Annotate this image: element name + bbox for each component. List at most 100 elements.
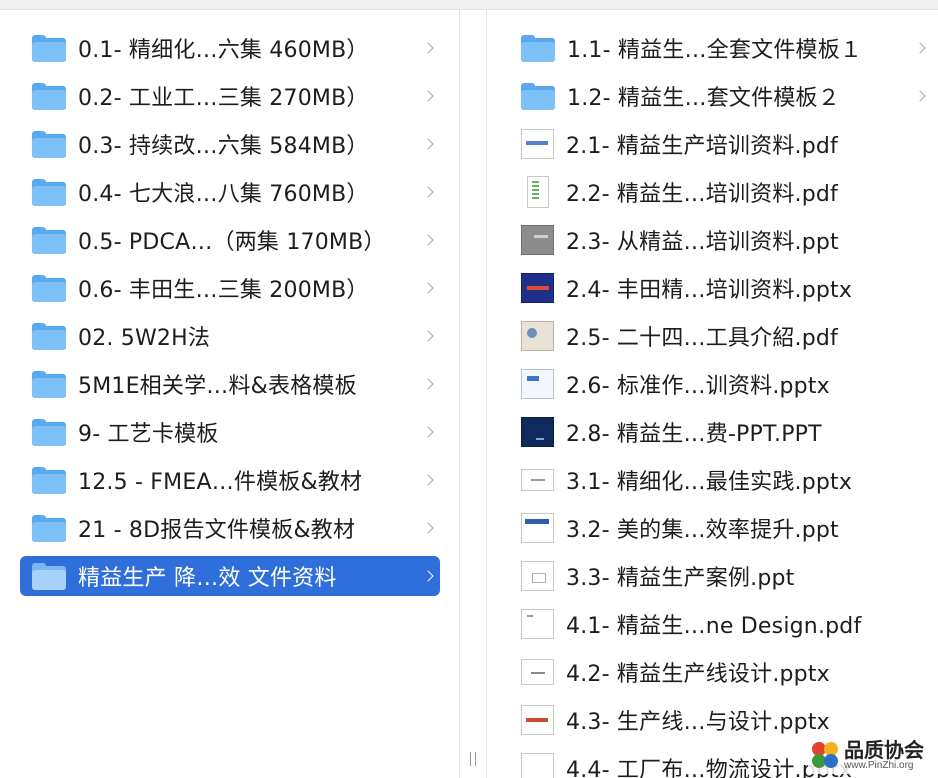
right-entry-item[interactable]: 2.4- 丰田精…培训资料.pptx (508, 268, 932, 308)
folder-icon (521, 82, 555, 110)
pdf-thumbnail-icon (527, 176, 549, 208)
left-folder-item-label: 0.5- PDCA…（两集 170MB） (78, 230, 386, 255)
right-entry-item[interactable]: 4.2- 精益生产线设计.pptx (508, 652, 932, 692)
left-folder-item[interactable]: 12.5 - FMEA…件模板&教材 (20, 460, 440, 500)
left-folder-item-label: 精益生产 降…效 文件资料 (78, 566, 337, 591)
left-folder-item[interactable]: 精益生产 降…效 文件资料 (20, 556, 440, 596)
folder-icon (32, 82, 66, 110)
watermark-logo-icon (812, 742, 838, 768)
left-folder-item[interactable]: 0.5- PDCA…（两集 170MB） (20, 220, 440, 260)
right-entry-item-label: 2.1- 精益生产培训资料.pdf (566, 134, 838, 159)
right-entry-item-label: 2.4- 丰田精…培训资料.pptx (566, 278, 853, 303)
folder-icon (32, 34, 66, 62)
pdf-thumbnail-icon (521, 129, 554, 159)
right-entry-item[interactable]: 3.3- 精益生产案例.ppt (508, 556, 932, 596)
right-entry-item-label: 3.2- 美的集…效率提升.ppt (566, 518, 839, 543)
chevron-right-icon (422, 474, 434, 486)
right-entry-item-label: 1.2- 精益生…套文件模板２ (567, 86, 840, 111)
folder-icon (32, 418, 66, 446)
pdf-thumbnail-icon (521, 321, 554, 351)
presentation-thumbnail-icon (521, 369, 554, 399)
chevron-right-icon (422, 138, 434, 150)
watermark-title: 品质协会 (844, 738, 924, 762)
right-entry-item[interactable]: 2.3- 从精益…培训资料.ppt (508, 220, 932, 260)
left-folder-item[interactable]: 5M1E相关学…料&表格模板 (20, 364, 440, 404)
right-entry-item[interactable]: 2.1- 精益生产培训资料.pdf (508, 124, 932, 164)
folder-icon (32, 274, 66, 302)
left-folder-item-label: 21 - 8D报告文件模板&教材 (78, 518, 356, 543)
right-entry-item[interactable]: 2.2- 精益生…培训资料.pdf (508, 172, 932, 212)
presentation-thumbnail-icon (521, 225, 554, 255)
chevron-right-icon (422, 330, 434, 342)
folder-icon (521, 34, 555, 62)
column-divider[interactable] (459, 10, 487, 778)
left-folder-item-label: 0.3- 持续改…六集 584MB） (78, 134, 369, 159)
left-column-list[interactable]: 0.1- 精细化…六集 460MB） 0.2- 工业工…三集 270MB） 0.3-… (0, 10, 458, 778)
watermark-url: www.PinZhi.org (844, 760, 914, 771)
folder-icon (32, 130, 66, 158)
presentation-thumbnail-icon (521, 561, 554, 591)
left-folder-item[interactable]: 0.3- 持续改…六集 584MB） (20, 124, 440, 164)
folder-icon (32, 562, 66, 590)
left-folder-item[interactable]: 0.2- 工业工…三集 270MB） (20, 76, 440, 116)
right-entry-item[interactable]: 1.1- 精益生…全套文件模板１ (508, 28, 932, 68)
left-folder-item-label: 0.4- 七大浪…八集 760MB） (78, 182, 369, 207)
right-entry-item-label: 4.3- 生产线…与设计.pptx (566, 710, 830, 735)
right-entry-item-label: 2.5- 二十四…工具介紹.pdf (566, 326, 838, 351)
folder-icon (32, 178, 66, 206)
presentation-thumbnail-icon (521, 659, 554, 685)
folder-icon (32, 370, 66, 398)
left-folder-item-label: 02. 5W2H法 (78, 326, 211, 351)
presentation-thumbnail-icon (521, 753, 554, 778)
left-folder-item-label: 0.1- 精细化…六集 460MB） (78, 38, 369, 63)
right-entry-item-label: 1.1- 精益生…全套文件模板１ (567, 38, 863, 63)
presentation-thumbnail-icon (521, 417, 554, 447)
chevron-right-icon (422, 522, 434, 534)
chevron-right-icon (422, 378, 434, 390)
folder-icon (32, 466, 66, 494)
left-folder-item-label: 12.5 - FMEA…件模板&教材 (78, 470, 363, 495)
presentation-thumbnail-icon (521, 469, 554, 491)
left-folder-item[interactable]: 21 - 8D报告文件模板&教材 (20, 508, 440, 548)
left-folder-item[interactable]: 02. 5W2H法 (20, 316, 440, 356)
right-entry-item[interactable]: 2.8- 精益生…费-PPT.PPT (508, 412, 932, 452)
chevron-right-icon (422, 186, 434, 198)
column-resize-handle[interactable] (470, 752, 476, 766)
right-entry-item-label: 2.3- 从精益…培训资料.ppt (566, 230, 839, 255)
left-folder-item[interactable]: 9- 工艺卡模板 (20, 412, 440, 452)
folder-icon (32, 226, 66, 254)
right-entry-item-label: 3.3- 精益生产案例.ppt (566, 566, 795, 591)
right-entry-item-label: 4.2- 精益生产线设计.pptx (566, 662, 830, 687)
chevron-right-icon (422, 42, 434, 54)
presentation-thumbnail-icon (521, 513, 554, 543)
chevron-right-icon (422, 234, 434, 246)
right-entry-item[interactable]: 4.1- 精益生…ne Design.pdf (508, 604, 932, 644)
chevron-right-icon (914, 42, 926, 54)
window-top-edge (0, 0, 938, 10)
right-column-list[interactable]: 1.1- 精益生…全套文件模板１ 1.2- 精益生…套文件模板２ 2.1- 精益生产… (488, 10, 938, 778)
right-entry-item-label: 2.8- 精益生…费-PPT.PPT (566, 422, 822, 447)
right-entry-item[interactable]: 3.1- 精细化…最佳实践.pptx (508, 460, 932, 500)
left-folder-item-label: 9- 工艺卡模板 (78, 422, 219, 447)
presentation-thumbnail-icon (521, 705, 554, 735)
right-entry-item-label: 2.6- 标准作…训资料.pptx (566, 374, 830, 399)
left-folder-item[interactable]: 0.6- 丰田生…三集 200MB） (20, 268, 440, 308)
left-folder-item[interactable]: 0.1- 精细化…六集 460MB） (20, 28, 440, 68)
right-entry-item[interactable]: 1.2- 精益生…套文件模板２ (508, 76, 932, 116)
watermark: 品质协会 www.PinZhi.org (808, 734, 932, 774)
chevron-right-icon (422, 90, 434, 102)
left-folder-item-label: 5M1E相关学…料&表格模板 (78, 374, 357, 399)
right-entry-item[interactable]: 2.5- 二十四…工具介紹.pdf (508, 316, 932, 356)
chevron-right-icon (422, 426, 434, 438)
left-folder-item-label: 0.2- 工业工…三集 270MB） (78, 86, 369, 111)
left-folder-item[interactable]: 0.4- 七大浪…八集 760MB） (20, 172, 440, 212)
right-entry-item[interactable]: 3.2- 美的集…效率提升.ppt (508, 508, 932, 548)
chevron-right-icon (914, 90, 926, 102)
right-entry-item-label: 3.1- 精细化…最佳实践.pptx (566, 470, 853, 495)
presentation-thumbnail-icon (521, 273, 554, 303)
chevron-right-icon (422, 282, 434, 294)
right-entry-item-label: 2.2- 精益生…培训资料.pdf (566, 182, 838, 207)
folder-icon (32, 322, 66, 350)
pdf-thumbnail-icon (521, 609, 554, 639)
right-entry-item[interactable]: 2.6- 标准作…训资料.pptx (508, 364, 932, 404)
